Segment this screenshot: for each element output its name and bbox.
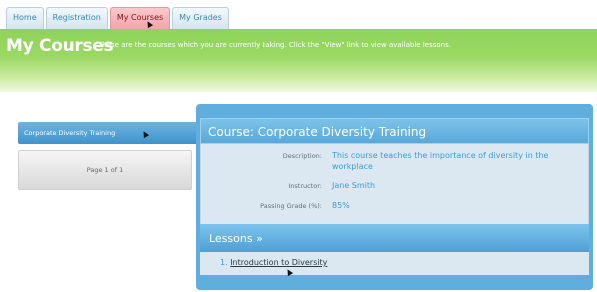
course-panel: Course: Corporate Diversity Training Des… [196,104,593,290]
tab-my-grades[interactable]: My Grades [172,7,229,29]
course-details: Description: This course teaches the imp… [200,144,589,224]
lessons-heading: Lessons » [200,224,589,252]
pager-text: Page 1 of 1 [86,166,124,174]
lesson-link[interactable]: Introduction to Diversity [230,258,327,267]
passing-grade-value[interactable]: 85% [332,200,582,211]
passing-grade-label: Passing Grade (%): [260,202,322,210]
main-tabs: Home Registration My Courses My Grades [6,7,231,29]
passing-grade-row: Passing Grade (%): 85% [201,200,588,220]
sidebar-course-item[interactable]: Corporate Diversity Training [18,122,198,144]
course-title: Course: Corporate Diversity Training [200,118,589,144]
instructor-label: Instructor: [288,182,322,190]
instructor-row: Instructor: Jane Smith [201,180,588,200]
description-value: This course teaches the importance of di… [332,151,549,171]
pager: Page 1 of 1 [18,150,192,190]
description-label: Description: [282,152,322,160]
lessons-list: 1. Introduction to Diversity [200,252,589,275]
instructor-link[interactable]: Jane Smith [332,180,582,191]
tab-my-courses[interactable]: My Courses [109,7,171,29]
page-header: My Courses These are the courses which y… [0,29,597,92]
description-row: Description: This course teaches the imp… [201,150,588,180]
tab-registration[interactable]: Registration [45,7,108,29]
tab-home[interactable]: Home [6,7,44,29]
page-description: These are the courses which you are curr… [98,41,451,49]
lesson-number: 1. [220,258,228,267]
